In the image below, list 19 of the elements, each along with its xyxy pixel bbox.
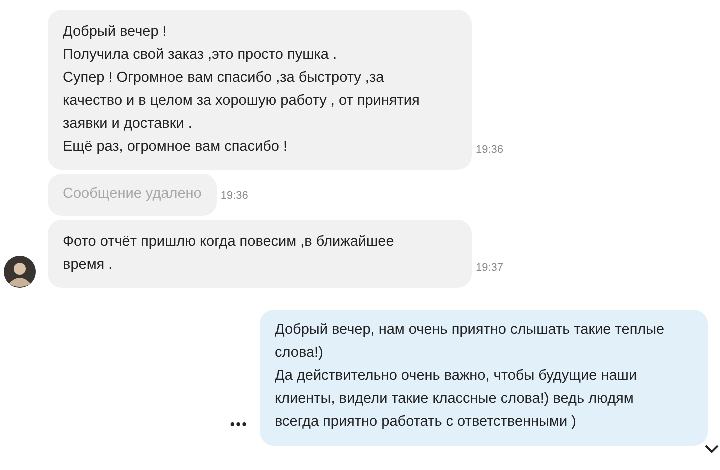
message-text: всегда приятно работать с ответственными ) [275, 413, 578, 432]
message-text: Добрый вечер ! [63, 23, 168, 42]
message-text: заявки и доставки . [63, 115, 194, 134]
message-text: Ещё раз, огромное вам спасибо ! [63, 138, 289, 157]
message-text: Добрый вечер, нам очень приятно слышать такие теплые [275, 321, 666, 340]
message-text: слова!) [275, 344, 324, 363]
message-time: 19:36 [220, 190, 248, 202]
message-text: Получила свой заказ ,это просто пушка . [63, 46, 338, 65]
deleted-message-text: Сообщение удалено [63, 185, 202, 204]
message-text: клиенты, видели такие классные слова!) ведь людям [275, 390, 635, 409]
message-time: 19:36 [476, 144, 504, 156]
more-icon[interactable]: ••• [230, 416, 248, 432]
message-time: 19:37 [476, 262, 504, 274]
message-text: время . [63, 256, 114, 275]
chevron-down-icon[interactable] [705, 445, 719, 454]
message-text: Да действительно очень важно, чтобы будущие наши [275, 367, 638, 386]
message-text: качество и в целом за хорошую работу , от принятия [63, 92, 421, 111]
message-text: Фото отчёт пришлю когда повесим ,в ближайшее [63, 233, 396, 252]
message-text: Супер ! Огромное вам спасибо ,за быстроту ,за [63, 69, 386, 88]
